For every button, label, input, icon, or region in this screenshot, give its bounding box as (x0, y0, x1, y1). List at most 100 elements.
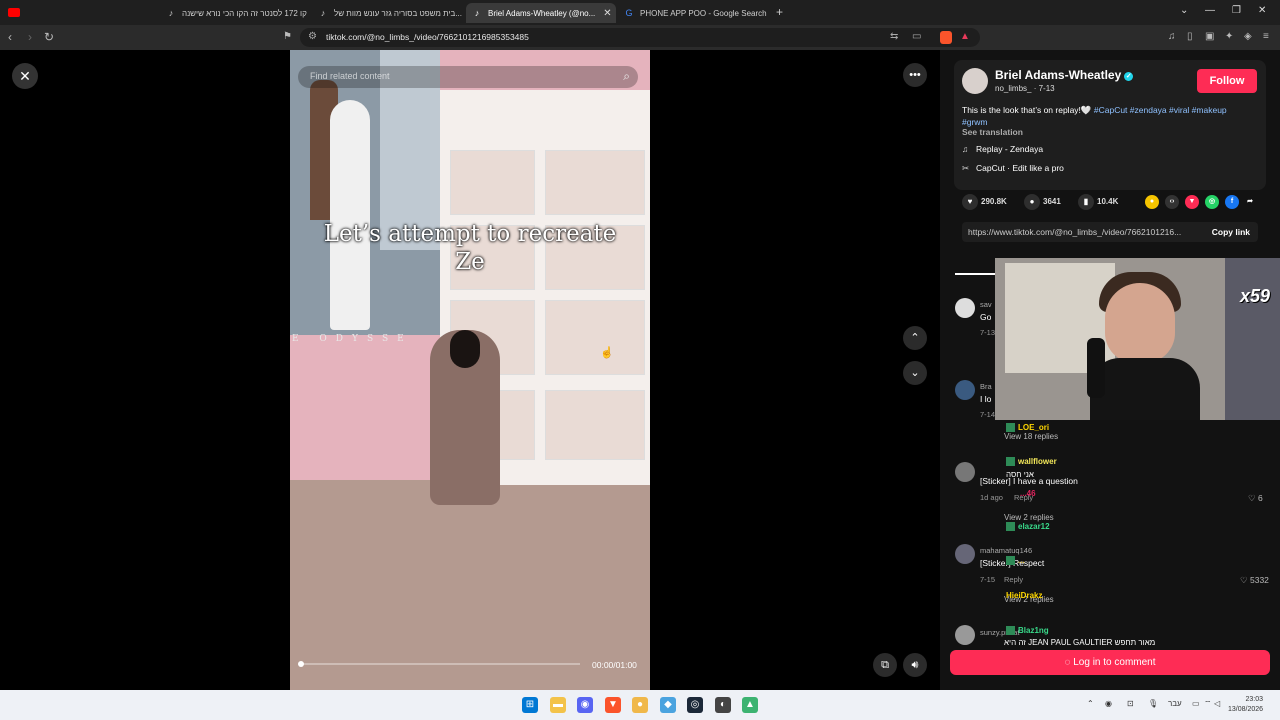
file-explorer-icon[interactable]: ▬ (550, 697, 566, 713)
comment-user[interactable]: mahamatuq146 (980, 546, 1032, 555)
comment-like-count[interactable]: ♡ 6 (1248, 493, 1263, 504)
music-title[interactable]: Replay - Zendaya (976, 144, 1043, 154)
address-bar[interactable]: ⚙ tiktok.com/@no_limbs_/video/7662101216… (300, 28, 980, 47)
find-related-search[interactable]: Find related content ⌕ (298, 66, 638, 88)
video-link[interactable]: https://www.tiktok.com/@no_limbs_/video/… (968, 227, 1198, 237)
video-inset-image (290, 50, 440, 335)
reload-icon[interactable]: ↻ (44, 30, 54, 44)
send-icon[interactable]: ▼ (1185, 195, 1199, 209)
youtube-icon[interactable] (8, 8, 20, 17)
reply-link[interactable]: Reply (1004, 575, 1023, 584)
save-button[interactable]: ▮ 10.4K (1078, 194, 1118, 210)
rewards-icon[interactable]: ▲ (960, 31, 970, 42)
comment-user[interactable]: Bra (980, 382, 992, 391)
ai-icon[interactable]: ✦ (1225, 30, 1233, 44)
avatar[interactable] (955, 544, 975, 564)
next-video-button[interactable]: ⌄ (903, 361, 927, 385)
author-name-text[interactable]: Briel Adams-Wheatley (995, 68, 1121, 82)
follow-button[interactable]: Follow (1197, 69, 1257, 93)
volume-button[interactable]: 🔊︎ (903, 653, 927, 677)
url-text[interactable]: tiktok.com/@no_limbs_/video/766210121698… (326, 32, 529, 42)
close-window-icon[interactable]: ✕ (1258, 5, 1266, 16)
capcut-link[interactable]: ✂ CapCut · Edit like a pro (962, 163, 1064, 174)
tray-chevron-icon[interactable]: ⌃ (1087, 699, 1094, 708)
site-info-icon[interactable]: ⚙ (308, 31, 317, 42)
comment-like-count[interactable]: ♡ 5332 (1240, 575, 1269, 586)
login-to-comment-button[interactable]: ◌ Log in to comment (950, 650, 1270, 675)
author-name[interactable]: Briel Adams-Wheatley ✓ (995, 68, 1134, 82)
embed-icon[interactable]: ‹› (1165, 195, 1179, 209)
wallet-icon[interactable]: ▣ (1205, 30, 1214, 44)
forward-icon[interactable]: › (28, 30, 32, 44)
video-caption: Let’s attempt to recreate Ze (323, 221, 617, 275)
obs-icon[interactable]: ◐ (715, 697, 731, 713)
whatsapp-icon[interactable]: ◎ (1205, 195, 1219, 209)
tray-app-icon[interactable]: ◉ (1105, 699, 1112, 708)
tab-2[interactable]: ♪ בית משפט בסוריה גזר עונש מוות של... (312, 3, 464, 23)
video-progress-bar[interactable] (298, 661, 580, 667)
sidebar-icon[interactable]: ▯ (1187, 30, 1193, 44)
comment-user[interactable]: sav (980, 300, 992, 309)
search-icon[interactable]: ⌕ (623, 69, 630, 84)
facebook-icon[interactable]: f (1225, 195, 1239, 209)
see-translation-link[interactable]: See translation (962, 127, 1023, 137)
like-button[interactable]: ♥ 290.8K (962, 194, 1007, 210)
hashtag-link-grwm[interactable]: #grwm (962, 117, 988, 127)
tab-3[interactable]: ♪ Briel Adams-Wheatley (@no... ✕ (466, 3, 616, 23)
language-indicator[interactable]: עבר (1168, 699, 1182, 708)
author-avatar[interactable] (962, 68, 988, 94)
avatar[interactable] (955, 625, 975, 645)
video-player[interactable]: E ODYSSE Find related content ⌕ Let’s at… (290, 50, 650, 690)
comment-button[interactable]: ● 3641 (1024, 194, 1061, 210)
brave-shield-icon[interactable] (940, 31, 952, 44)
network-icon[interactable]: ⌔ (1204, 699, 1212, 709)
display-icon[interactable]: ▭ (1192, 699, 1200, 708)
author-handle[interactable]: no_limbs_ (995, 84, 1031, 93)
volume-icon[interactable]: ◁ (1214, 699, 1220, 708)
discord-icon[interactable]: ◉ (577, 697, 593, 713)
pip-button[interactable]: ⧉ (873, 653, 897, 677)
avatar[interactable] (955, 462, 975, 482)
copy-link-button[interactable]: Copy link (1212, 227, 1250, 237)
view-replies-link[interactable]: View 18 replies (1004, 432, 1058, 441)
back-icon[interactable]: ‹ (8, 30, 12, 44)
close-video-button[interactable]: ✕ (12, 63, 38, 89)
close-tab-icon[interactable]: ✕ (603, 8, 611, 19)
chat-message: wallflower (1006, 457, 1057, 467)
tab-4[interactable]: G PHONE APP POO - Google Search (618, 3, 768, 23)
translate-icon[interactable]: ⇆ (890, 31, 898, 42)
system-clock[interactable]: 23:03 13/08/2026 (1228, 695, 1263, 715)
video-floor (290, 480, 650, 690)
tab-1[interactable]: ♪ קו 172 לסנטר זה הקו הכי נורא שישנה (160, 3, 310, 23)
more-options-button[interactable]: ••• (903, 63, 927, 87)
tray-mic-icon[interactable]: 🎙︎ (1148, 699, 1158, 708)
tray-app-icon[interactable]: ⊡ (1127, 699, 1134, 708)
vpn-icon[interactable]: ◈ (1244, 30, 1252, 44)
app-icon[interactable]: ● (632, 697, 648, 713)
new-tab-button[interactable]: + (776, 5, 783, 19)
music-icon[interactable]: ♫ (1168, 30, 1176, 44)
hashtag-links[interactable]: #CapCut #zendaya #viral #makeup (1094, 105, 1227, 115)
progress-handle[interactable] (298, 661, 304, 667)
chat-user: ... (1018, 556, 1025, 565)
chevron-down-icon[interactable]: ⌄ (1180, 5, 1188, 16)
app-icon[interactable]: ◆ (660, 697, 676, 713)
cast-icon[interactable]: ▭ (912, 31, 921, 42)
capcut-text[interactable]: CapCut · Edit like a pro (976, 163, 1064, 173)
app-icon[interactable]: ▲ (742, 697, 758, 713)
music-link[interactable]: ♫ Replay - Zendaya (962, 144, 1043, 154)
login-label[interactable]: Log in to comment (1073, 657, 1155, 668)
windows-start-icon[interactable]: ⊞ (522, 697, 538, 713)
avatar[interactable] (955, 380, 975, 400)
share-icon[interactable]: ➦ (1243, 195, 1257, 209)
avatar[interactable] (955, 298, 975, 318)
view-replies-link[interactable]: View 2 replies (1004, 513, 1054, 522)
steam-icon[interactable]: ◎ (687, 697, 703, 713)
previous-video-button[interactable]: ⌃ (903, 326, 927, 350)
coin-icon[interactable]: ● (1145, 195, 1159, 209)
brave-icon[interactable]: ▼ (605, 697, 621, 713)
maximize-icon[interactable]: ❐ (1232, 5, 1241, 16)
menu-icon[interactable]: ≡ (1263, 30, 1269, 44)
minimize-icon[interactable]: — (1205, 5, 1215, 16)
bookmark-icon[interactable]: ⚑ (283, 30, 292, 44)
